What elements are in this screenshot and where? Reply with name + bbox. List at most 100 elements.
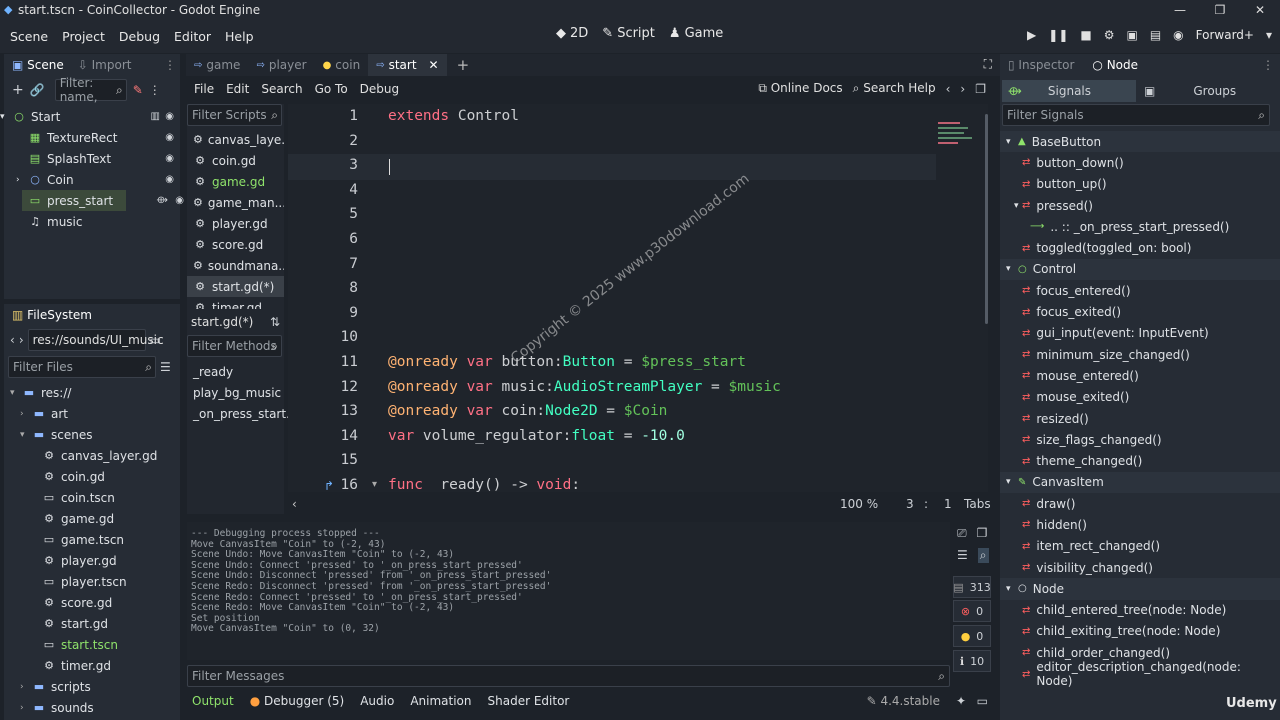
pause-icon[interactable]: ❚❚ [1048, 28, 1068, 42]
split-view-icon[interactable]: ▭ [150, 333, 161, 347]
signal-item[interactable]: ⇄ child_exiting_tree(node: Node) [1000, 621, 1280, 642]
copy-icon[interactable]: ❐ [977, 526, 988, 540]
expand-panel-icon[interactable]: ▭ [977, 694, 988, 708]
menu-scene[interactable]: Scene [10, 29, 48, 44]
path-input[interactable]: res://sounds/UI_music [27, 329, 164, 351]
signal-item[interactable]: ▾ ⇄ pressed() [1000, 195, 1280, 216]
code-line[interactable]: var volume_regulator:float = -10.0 [388, 428, 685, 444]
code-line[interactable]: func _ready() -> void: [388, 477, 580, 492]
zoom-level[interactable]: 100 % [840, 497, 878, 511]
scene-node-press_start[interactable]: ▭ press_start ◉ ⟴ [22, 190, 184, 211]
signal-item[interactable]: ⇄ focus_entered() [1000, 280, 1280, 301]
file-item[interactable]: › ▬ art [4, 403, 180, 424]
distraction-free-icon[interactable]: ⛶ [984, 57, 992, 72]
signal-item[interactable]: ⇄ child_entered_tree(node: Node) [1000, 600, 1280, 621]
signal-item[interactable]: ⇄ minimum_size_changed() [1000, 344, 1280, 365]
sort-icon[interactable]: ☰ [160, 360, 171, 374]
expand-arrow-icon[interactable]: ▾ [1006, 584, 1018, 594]
script-icon[interactable]: ▥ [151, 111, 160, 122]
indent-mode[interactable]: Tabs [964, 497, 991, 511]
file-item[interactable]: ⚙ timer.gd [4, 655, 180, 676]
expand-arrow-icon[interactable]: ▾ [1006, 264, 1018, 274]
tab-inspector[interactable]: ▯ Inspector [1008, 58, 1074, 72]
script-menu-edit[interactable]: Edit [226, 82, 249, 96]
fold-arrow-icon[interactable]: ▾ [372, 479, 377, 490]
script-list-item[interactable]: ⚙ player.gd [187, 213, 284, 234]
tab-filesystem[interactable]: ▥ FileSystem [12, 308, 92, 322]
signal-item[interactable]: ⇄ item_rect_changed() [1000, 536, 1280, 557]
tab-audio[interactable]: Audio [360, 694, 394, 708]
script-menu-file[interactable]: File [194, 82, 214, 96]
visibility-eye-icon[interactable]: ◉ [165, 111, 174, 122]
tab-debugger[interactable]: ● Debugger (5) [250, 694, 345, 708]
signal-item[interactable]: ⇄ visibility_changed() [1000, 557, 1280, 578]
scene-node-start[interactable]: ▾ ○ Start ◉ ▥ [0, 106, 180, 127]
search-toggle-icon[interactable]: ⌕ [977, 547, 989, 563]
editor-tab-coin[interactable]: ● coin [315, 54, 369, 76]
editor-tab-start[interactable]: ⇨ start ✕ [368, 54, 447, 76]
tab-node[interactable]: ○ Node [1092, 58, 1138, 72]
file-item[interactable]: ⚙ player.gd [4, 550, 180, 571]
code-scrollbar[interactable] [985, 114, 988, 324]
expand-arrow-icon[interactable]: › [20, 409, 32, 419]
history-forward-icon[interactable]: › [960, 82, 965, 96]
visibility-eye-icon[interactable]: ◉ [165, 153, 174, 164]
method-item[interactable]: play_bg_music [187, 382, 284, 403]
code-editor[interactable]: 1 extends Control 2 3 4 5 6 7 8 9 10 11 @onready var… [288, 104, 988, 492]
wrap-icon[interactable]: ☰ [957, 548, 968, 562]
script-list-item[interactable]: ⚙ soundmana... [187, 255, 284, 276]
output-log[interactable]: --- Debugging process stopped --- Move Ca… [187, 522, 950, 660]
more-icon[interactable]: ⋮ [149, 83, 161, 97]
workspace-2d[interactable]: ◆ 2D [556, 26, 588, 41]
file-item[interactable]: ▭ player.tscn [4, 571, 180, 592]
message-counter[interactable]: ▤ 313 [953, 576, 991, 598]
signal-category[interactable]: ▾ ○ Control [1000, 258, 1280, 281]
file-item[interactable]: › ▬ scripts [4, 676, 180, 697]
file-item[interactable]: ▭ coin.tscn [4, 487, 180, 508]
remote-debug-icon[interactable]: ⚙ [1104, 28, 1115, 42]
script-menu-search[interactable]: Search [261, 82, 302, 96]
editor-tab-player[interactable]: ⇨ player [248, 54, 314, 76]
scene-node-coin[interactable]: › ○ Coin ◉ [4, 169, 180, 190]
script-menu-go-to[interactable]: Go To [315, 82, 348, 96]
minimize-icon[interactable]: — [1160, 0, 1200, 20]
file-item[interactable]: ▭ game.tscn [4, 529, 180, 550]
code-line[interactable]: @onready var music:AudioStreamPlayer = $… [388, 379, 781, 395]
filter-messages-input[interactable]: Filter Messages ⌕ [187, 665, 950, 687]
online-docs-button[interactable]: ⧉ Online Docs [758, 81, 842, 96]
signals-filter-input[interactable]: Filter Signals ⌕ [1002, 104, 1270, 126]
tab-output[interactable]: Output [192, 694, 234, 708]
menu-help[interactable]: Help [225, 29, 254, 44]
method-item[interactable]: _on_press_start... [187, 403, 298, 424]
error-counter[interactable]: ⊗ 0 [953, 600, 991, 622]
signal-connection[interactable]: ⟶.. :: _on_press_start_pressed() [1000, 216, 1280, 237]
expand-arrow-icon[interactable]: ▾ [1006, 137, 1018, 147]
tab-animation[interactable]: Animation [410, 694, 471, 708]
file-item[interactable]: ⚙ canvas_layer.gd [4, 445, 180, 466]
dock-menu-icon[interactable]: ⋮ [164, 58, 176, 72]
movie-icon[interactable]: ◉ [1173, 28, 1183, 42]
signal-item[interactable]: ⇄ resized() [1000, 408, 1280, 429]
tab-groups[interactable]: Groups [1193, 84, 1236, 98]
warning-counter[interactable]: ● 0 [953, 625, 991, 647]
signal-connected-icon[interactable]: ⟴ [156, 195, 168, 206]
file-item[interactable]: ▭ start.tscn [4, 634, 180, 655]
signal-item[interactable]: ⇄ button_down() [1000, 152, 1280, 173]
method-filter-input[interactable]: Filter Methods ⌕ [187, 335, 282, 357]
tab-shader-editor[interactable]: Shader Editor [488, 694, 570, 708]
renderer-select[interactable]: Forward+ [1196, 28, 1254, 42]
file-filter-input[interactable]: Filter Files ⌕ [8, 356, 156, 378]
signal-category[interactable]: ▾ ○ Node [1000, 578, 1280, 600]
script-list-item[interactable]: ⚙ timer.gd [187, 297, 284, 310]
signal-item[interactable]: ⇄ mouse_entered() [1000, 365, 1280, 386]
signal-category[interactable]: ▾ ✎ CanvasItem [1000, 471, 1280, 494]
search-help-button[interactable]: ⌕ Search Help [853, 81, 936, 96]
editor-tab-game[interactable]: ⇨ game [186, 54, 248, 76]
play-custom-icon[interactable]: ▤ [1150, 28, 1161, 42]
expand-arrow-icon[interactable]: › [16, 175, 28, 185]
script-list-item[interactable]: ⚙ game_man... [187, 192, 284, 213]
script-filter-input[interactable]: Filter Scripts ⌕ [187, 104, 282, 126]
signal-item[interactable]: ⇄ mouse_exited() [1000, 387, 1280, 408]
maximize-icon[interactable]: ❐ [1200, 0, 1240, 20]
chevron-down-icon[interactable]: ▾ [1266, 28, 1272, 42]
